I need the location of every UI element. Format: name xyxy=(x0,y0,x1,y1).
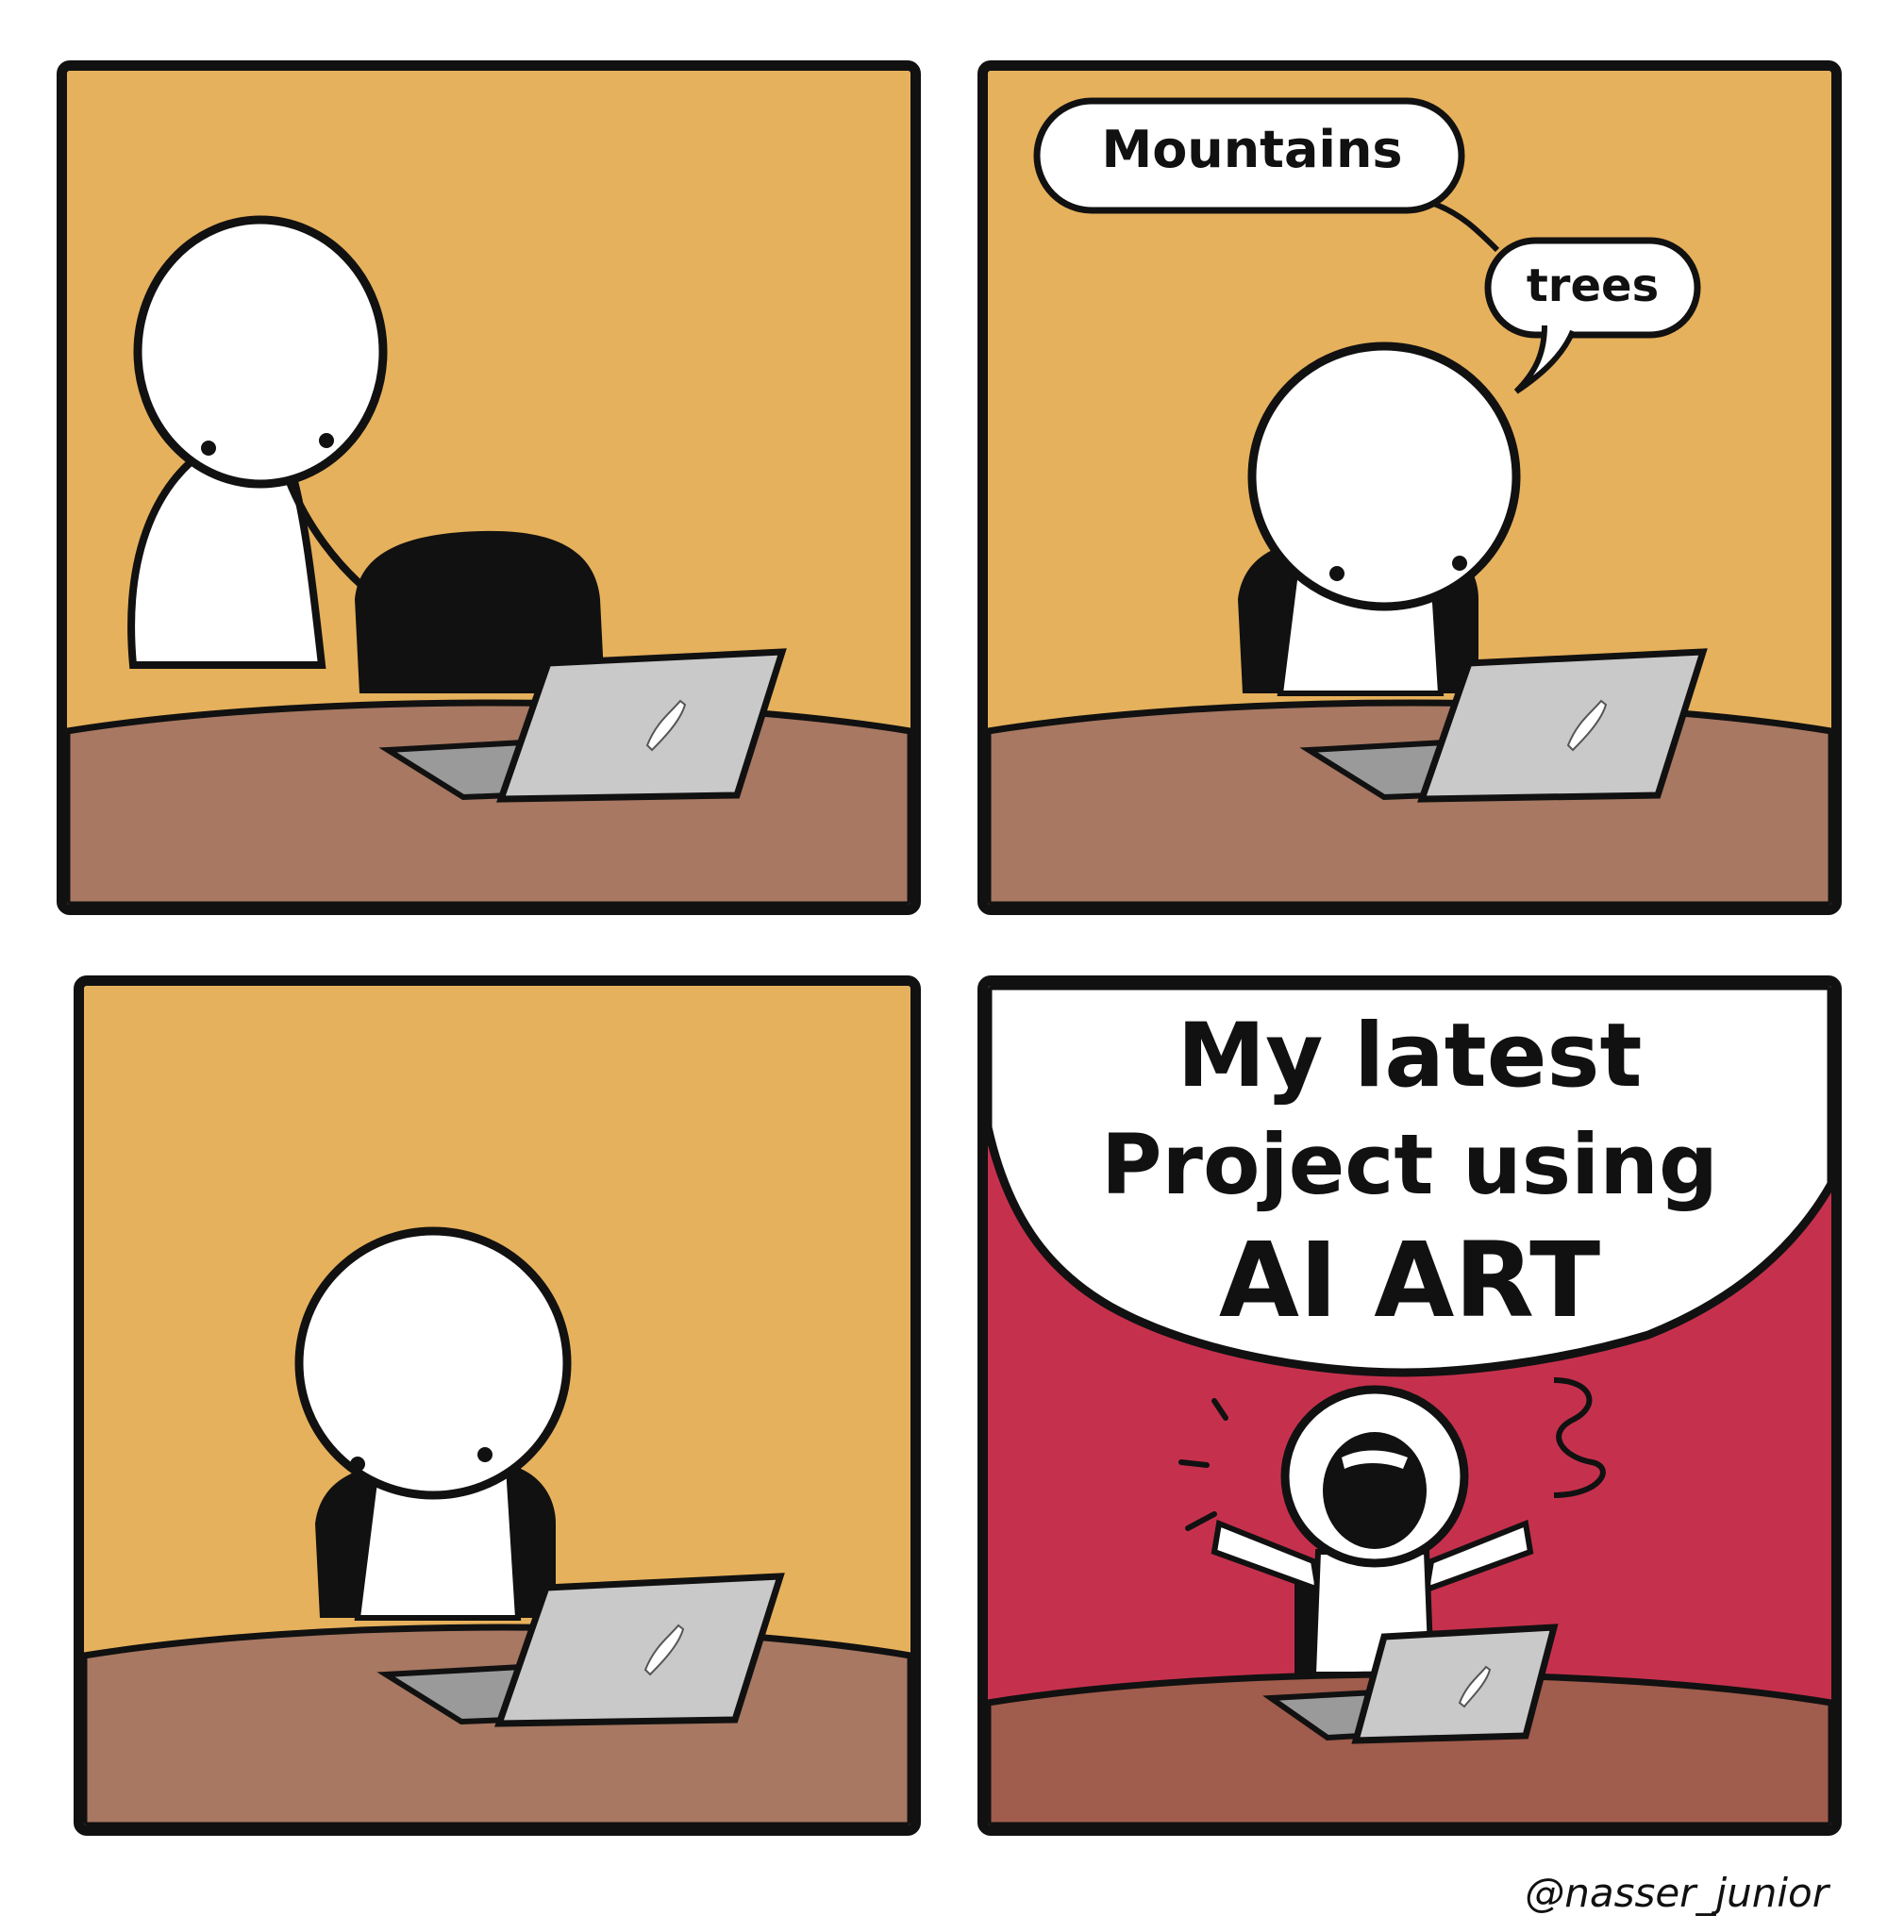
excitement-mark xyxy=(1178,1459,1210,1468)
comic-panel-2: Mountains trees xyxy=(977,60,1842,915)
comic-panel-3 xyxy=(74,975,921,1836)
laptop-screen xyxy=(1351,1624,1559,1744)
figure-eye xyxy=(350,1457,365,1472)
figure-head xyxy=(294,1226,572,1500)
panel-3-art xyxy=(84,986,910,1825)
figure-eye xyxy=(201,441,216,456)
figure-eye xyxy=(1452,556,1467,571)
table xyxy=(67,699,910,905)
shout-line-1: My latest xyxy=(1177,1005,1643,1108)
figure-head xyxy=(1247,341,1521,611)
bubble-text-trees: trees xyxy=(1526,259,1660,312)
panel-1-art xyxy=(67,71,910,905)
panel-2-art xyxy=(988,71,1831,905)
figure-eye xyxy=(477,1447,493,1462)
comic-panel-4: My latest Project using AI ART xyxy=(977,975,1842,1836)
panel-4-art xyxy=(988,986,1831,1825)
laptop-screen xyxy=(494,1573,785,1727)
shout-line-3: AI ART xyxy=(1218,1220,1601,1341)
table xyxy=(988,699,1831,905)
shout-line-2: Project using xyxy=(1101,1116,1718,1213)
figure-eye xyxy=(319,433,334,448)
comic-panel-1 xyxy=(57,60,921,915)
figure-eye xyxy=(1329,566,1344,581)
shouting-mouth xyxy=(1323,1432,1427,1549)
laptop-screen xyxy=(1417,648,1708,803)
artist-credit: @nasser_junior xyxy=(1525,1870,1829,1916)
bubble-text-mountains: Mountains xyxy=(1101,120,1403,179)
laptop-screen xyxy=(496,648,787,803)
figure-head xyxy=(133,215,388,489)
